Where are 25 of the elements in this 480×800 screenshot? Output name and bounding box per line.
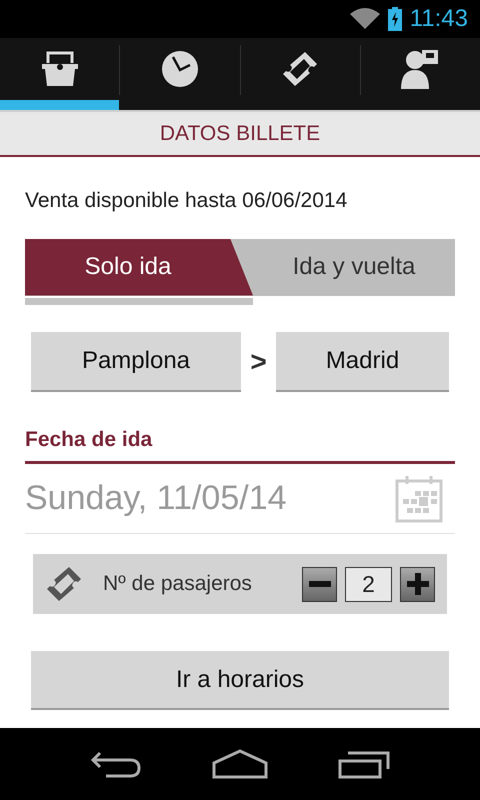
schedules-button[interactable]: Ir a horarios [31,651,449,710]
minus-icon [308,581,330,587]
origin-button[interactable]: Pamplona [31,332,241,392]
ticket-icon [281,50,320,88]
recent-apps-icon[interactable] [338,749,390,779]
passenger-label: Nº de pasajeros [103,571,252,598]
plus-icon [406,573,428,595]
increment-button[interactable] [400,566,435,602]
battery-icon [388,7,402,31]
passenger-count-field[interactable]: 2 [345,566,392,602]
back-icon[interactable] [90,749,142,779]
destination-button[interactable]: Madrid [276,332,449,392]
clock-icon [160,50,199,88]
ticket-icon [45,565,83,603]
section-title: DATOS BILLETE [160,120,320,147]
sale-notice: Venta disponible hasta 06/06/2014 [25,188,348,214]
trip-type-tab[interactable]: Solo ida [25,238,253,296]
decrement-button[interactable] [302,566,337,602]
route-separator: > [249,344,268,378]
basket-icon [40,49,80,89]
status-time: 11:43 [410,4,468,34]
home-icon[interactable] [212,749,268,779]
wifi-icon [350,8,380,30]
profile-card-icon [400,49,440,89]
departure-label: Fecha de ida [25,426,154,452]
